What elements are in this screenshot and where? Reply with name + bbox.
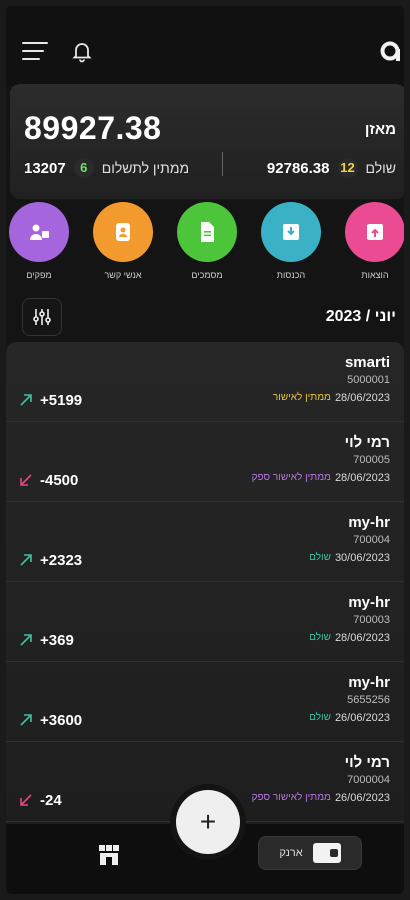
- paid-amount: 92786.38: [266, 159, 330, 177]
- sliders-icon: [33, 309, 51, 325]
- plus-icon: +: [199, 806, 217, 837]
- arrow-up-icon: [20, 394, 32, 406]
- tx-status: ממתין לאישור: [272, 392, 331, 403]
- supplier-icon: [30, 224, 49, 240]
- pending-label: ממתין לתשלום: [101, 160, 190, 176]
- tx-name: smarti: [344, 354, 390, 371]
- add-button[interactable]: +: [176, 790, 240, 854]
- action-circle: [261, 202, 321, 262]
- tx-meta: 26/06/2023 שולם: [309, 712, 390, 724]
- pending-count-badge: 6: [73, 158, 94, 178]
- tx-status: ממתין לאישור ספק: [251, 792, 331, 803]
- action-circle: [345, 202, 404, 262]
- balance-card: 89927.38 מאזן 13207 6 ממתין לתשלום 92786…: [10, 84, 404, 199]
- tx-status: ממתין לאישור ספק: [251, 472, 331, 483]
- tx-name: my-hr: [348, 594, 390, 611]
- arrow-up-icon: [20, 714, 32, 726]
- tx-amount: +3600: [40, 712, 83, 729]
- tx-id: 700005: [353, 454, 390, 466]
- action-expenses[interactable]: הוצאות: [340, 202, 404, 280]
- action-documents[interactable]: מסמכים: [172, 202, 242, 280]
- tx-amount: +5199: [40, 392, 83, 409]
- action-label: מסמכים: [191, 270, 223, 280]
- tx-amount: -4500: [40, 472, 79, 489]
- tx-amount: +369: [40, 632, 74, 649]
- action-label: הכנסות: [276, 270, 306, 280]
- tx-id: 5000001: [347, 374, 390, 386]
- arrow-down-icon: [20, 474, 32, 486]
- tx-date: 28/06/2023: [334, 472, 390, 484]
- transaction-row[interactable]: רמי לוי 700005 28/06/2023 ממתין לאישור ס…: [6, 422, 404, 502]
- tx-date: 26/06/2023: [334, 792, 390, 804]
- arrow-down-icon: [20, 794, 32, 806]
- paid-count-badge: 12: [337, 158, 358, 178]
- tx-amount: -24: [40, 792, 62, 809]
- store-icon[interactable]: [96, 842, 122, 868]
- tx-id: 700004: [353, 534, 390, 546]
- action-label: מפקים: [26, 270, 52, 280]
- transaction-row[interactable]: my-hr 700004 30/06/2023 שולם +2323: [6, 502, 404, 582]
- filter-button[interactable]: [22, 298, 62, 336]
- tx-date: 26/06/2023: [334, 712, 390, 724]
- tx-amount: +2323: [40, 552, 83, 569]
- tx-date: 30/06/2023: [334, 552, 390, 564]
- wallet-icon: [312, 843, 341, 863]
- tx-name: רמי לוי: [344, 434, 390, 451]
- action-label: אנשי קשר: [104, 270, 142, 280]
- tx-meta: 28/06/2023 שולם: [309, 632, 390, 644]
- document-icon: [201, 222, 214, 242]
- action-suppliers[interactable]: מפקים: [6, 202, 74, 280]
- balance-label: מאזן: [364, 121, 396, 138]
- app-screen: 89927.38 מאזן 13207 6 ממתין לתשלום 92786…: [6, 6, 404, 894]
- tx-id: 5655256: [347, 694, 390, 706]
- contacts-icon: [116, 223, 130, 241]
- income-icon: [283, 224, 299, 240]
- tx-meta: 28/06/2023 ממתין לאישור: [273, 392, 390, 404]
- paid-stats: 92786.38 12 שולם: [267, 158, 396, 178]
- tx-status: שולם: [309, 712, 331, 723]
- tx-date: 28/06/2023: [334, 392, 390, 404]
- tx-name: my-hr: [348, 514, 390, 531]
- arrow-up-icon: [20, 634, 32, 646]
- hamburger-icon[interactable]: [22, 42, 48, 62]
- expenses-icon: [367, 224, 383, 240]
- bell-icon[interactable]: [70, 39, 94, 63]
- action-label: הוצאות: [361, 270, 389, 280]
- action-circle: [93, 202, 153, 262]
- action-contacts[interactable]: אנשי קשר: [88, 202, 158, 280]
- wallet-label: ארנק: [279, 847, 303, 859]
- wallet-button[interactable]: ארנק: [258, 836, 362, 870]
- tx-name: רמי לוי: [344, 754, 390, 771]
- quick-actions: מפקים אנשי קשר מסמכים הכנסות הוצאות: [6, 202, 404, 292]
- top-bar: [6, 6, 404, 86]
- tx-date: 28/06/2023: [334, 632, 390, 644]
- tx-meta: 26/06/2023 ממתין לאישור ספק: [252, 792, 390, 804]
- action-income[interactable]: הכנסות: [256, 202, 326, 280]
- transaction-row[interactable]: my-hr 700003 28/06/2023 שולם +369: [6, 582, 404, 662]
- paid-label: שולם: [365, 160, 397, 176]
- balance-amount: 89927.38: [24, 110, 162, 146]
- pending-amount: 13207: [24, 159, 66, 177]
- tx-id: 7000004: [347, 774, 390, 786]
- tx-meta: 28/06/2023 ממתין לאישור ספק: [252, 472, 390, 484]
- stats-divider: [222, 152, 223, 176]
- tx-status: שולם: [309, 632, 331, 643]
- logo-q-icon: [380, 41, 400, 61]
- action-circle: [177, 202, 237, 262]
- tx-meta: 30/06/2023 שולם: [309, 552, 390, 564]
- transactions-list: smarti 5000001 28/06/2023 ממתין לאישור +…: [6, 342, 404, 832]
- tx-name: my-hr: [348, 674, 390, 691]
- arrow-up-icon: [20, 554, 32, 566]
- period-selector[interactable]: יוני / 2023: [326, 308, 396, 326]
- transaction-row[interactable]: smarti 5000001 28/06/2023 ממתין לאישור +…: [6, 342, 404, 422]
- tx-status: שולם: [309, 552, 331, 563]
- transaction-row[interactable]: my-hr 5655256 26/06/2023 שולם +3600: [6, 662, 404, 742]
- pending-stats: 13207 6 ממתין לתשלום: [24, 158, 189, 178]
- action-circle: [9, 202, 69, 262]
- tx-id: 700003: [353, 614, 390, 626]
